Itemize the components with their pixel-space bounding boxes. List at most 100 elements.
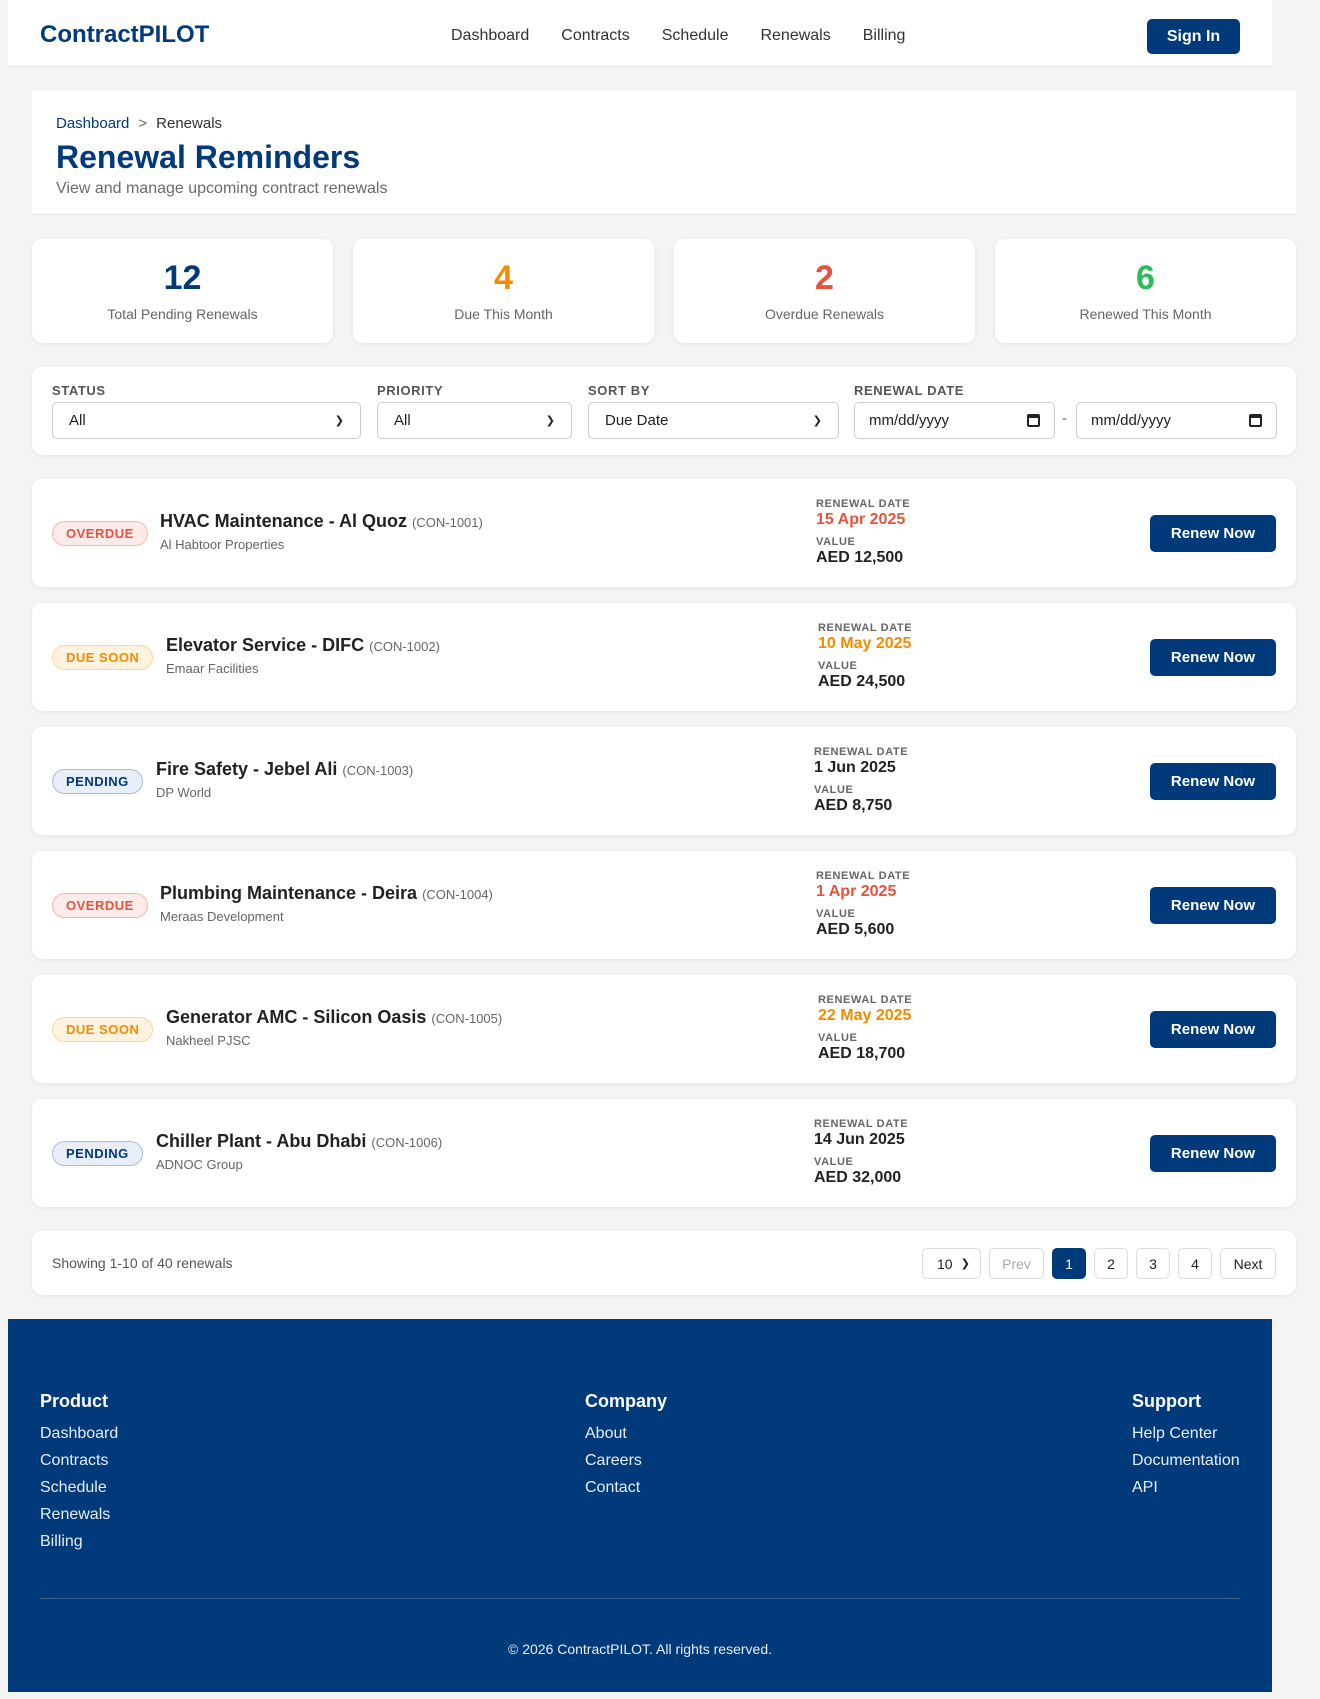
contract-name: Chiller Plant - Abu Dhabi bbox=[156, 1131, 367, 1151]
renewal-date: 1 Jun 2025 bbox=[814, 759, 896, 776]
date-from-input[interactable]: mm/dd/yyyy bbox=[854, 402, 1055, 439]
date-to-input[interactable]: mm/dd/yyyy bbox=[1076, 402, 1277, 439]
renewal-meta: RENEWAL DATE 15 Apr 2025 VALUE AED 12,50… bbox=[816, 498, 910, 567]
breadcrumb-current: Renewals bbox=[156, 115, 223, 132]
stat-total-pending: 12 Total Pending Renewals bbox=[32, 239, 333, 343]
renewal-card: OVERDUE Plumbing Maintenance - Deira (CO… bbox=[32, 851, 1296, 959]
renewal-meta: RENEWAL DATE 1 Apr 2025 VALUE AED 5,600 bbox=[816, 870, 910, 939]
page-3-button[interactable]: 3 bbox=[1136, 1248, 1170, 1279]
renewal-meta: RENEWAL DATE 1 Jun 2025 VALUE AED 8,750 bbox=[814, 746, 908, 815]
footer-link[interactable]: Documentation bbox=[1132, 1452, 1240, 1470]
next-page-button[interactable]: Next bbox=[1220, 1248, 1276, 1279]
priority-select-value: All bbox=[394, 412, 411, 429]
contract-info: Plumbing Maintenance - Deira (CON-1004) … bbox=[160, 883, 493, 924]
priority-select[interactable]: All ❯ bbox=[377, 402, 572, 439]
renew-now-button[interactable]: Renew Now bbox=[1150, 1011, 1276, 1048]
sort-by-label: SORT BY bbox=[588, 383, 650, 398]
contract-name: Generator AMC - Silicon Oasis bbox=[166, 1007, 427, 1027]
status-select-value: All bbox=[69, 412, 86, 429]
contract-id: (CON-1005) bbox=[431, 1011, 503, 1026]
client-name: Emaar Facilities bbox=[166, 661, 259, 676]
renewal-date: 1 Apr 2025 bbox=[816, 883, 897, 900]
renewal-card: DUE SOON Generator AMC - Silicon Oasis (… bbox=[32, 975, 1296, 1083]
renew-now-button[interactable]: Renew Now bbox=[1150, 515, 1276, 552]
contract-title[interactable]: Chiller Plant - Abu Dhabi (CON-1006) bbox=[156, 1131, 442, 1152]
renew-now-button[interactable]: Renew Now bbox=[1150, 639, 1276, 676]
footer-link[interactable]: Billing bbox=[40, 1533, 118, 1551]
brand-logo[interactable]: ContractPILOT bbox=[40, 21, 209, 49]
contract-title[interactable]: Elevator Service - DIFC (CON-1002) bbox=[166, 635, 440, 656]
nav-dashboard[interactable]: Dashboard bbox=[451, 27, 529, 45]
main-nav: Dashboard Contracts Schedule Renewals Bi… bbox=[451, 27, 937, 45]
filter-bar: STATUS All ❯ PRIORITY All ❯ SORT BY Due … bbox=[32, 367, 1296, 455]
stat-value: 4 bbox=[494, 259, 513, 297]
footer-heading: Company bbox=[585, 1391, 668, 1411]
date-range-separator: - bbox=[1062, 410, 1067, 427]
renew-now-button[interactable]: Renew Now bbox=[1150, 887, 1276, 924]
chevron-down-icon: ❯ bbox=[960, 1258, 970, 1270]
sign-in-button[interactable]: Sign In bbox=[1147, 19, 1240, 54]
calendar-icon[interactable] bbox=[1249, 414, 1262, 427]
contract-value: AED 5,600 bbox=[816, 921, 895, 938]
site-footer: Product Dashboard Contracts Schedule Ren… bbox=[8, 1319, 1272, 1692]
page-4-button[interactable]: 4 bbox=[1178, 1248, 1212, 1279]
renewal-card: DUE SOON Elevator Service - DIFC (CON-10… bbox=[32, 603, 1296, 711]
nav-schedule[interactable]: Schedule bbox=[662, 27, 729, 45]
footer-support-column: Support Help Center Documentation API bbox=[1132, 1391, 1240, 1506]
renewal-meta: RENEWAL DATE 10 May 2025 VALUE AED 24,50… bbox=[818, 622, 912, 691]
footer-link[interactable]: Dashboard bbox=[40, 1425, 118, 1443]
renewal-date: 10 May 2025 bbox=[818, 635, 912, 652]
nav-contracts[interactable]: Contracts bbox=[561, 27, 629, 45]
footer-link[interactable]: Renewals bbox=[40, 1506, 118, 1524]
renew-now-button[interactable]: Renew Now bbox=[1150, 763, 1276, 800]
contract-title[interactable]: Plumbing Maintenance - Deira (CON-1004) bbox=[160, 883, 493, 904]
footer-link[interactable]: Contact bbox=[585, 1479, 667, 1497]
client-name: Al Habtoor Properties bbox=[160, 537, 285, 552]
calendar-icon[interactable] bbox=[1027, 414, 1040, 427]
contract-title[interactable]: HVAC Maintenance - Al Quoz (CON-1001) bbox=[160, 511, 483, 532]
footer-link[interactable]: Help Center bbox=[1132, 1425, 1240, 1443]
contract-id: (CON-1001) bbox=[412, 515, 483, 530]
page-subtitle: View and manage upcoming contract renewa… bbox=[56, 180, 388, 197]
stat-overdue: 2 Overdue Renewals bbox=[674, 239, 975, 343]
status-badge: OVERDUE bbox=[52, 893, 148, 918]
contract-id: (CON-1002) bbox=[369, 639, 440, 654]
status-select[interactable]: All ❯ bbox=[52, 402, 361, 439]
chevron-down-icon: ❯ bbox=[545, 415, 555, 427]
chevron-down-icon: ❯ bbox=[812, 415, 822, 427]
contract-value: AED 8,750 bbox=[814, 797, 893, 814]
page-2-button[interactable]: 2 bbox=[1094, 1248, 1128, 1279]
footer-link[interactable]: Contracts bbox=[40, 1452, 118, 1470]
per-page-select[interactable]: 10 ❯ bbox=[922, 1248, 981, 1279]
footer-link[interactable]: About bbox=[585, 1425, 667, 1443]
breadcrumb-separator: > bbox=[138, 115, 148, 132]
value-label: VALUE bbox=[818, 1032, 858, 1044]
stat-due-this-month: 4 Due This Month bbox=[353, 239, 654, 343]
contract-name: Elevator Service - DIFC bbox=[166, 635, 365, 655]
contract-title[interactable]: Generator AMC - Silicon Oasis (CON-1005) bbox=[166, 1007, 502, 1028]
breadcrumb-dashboard-link[interactable]: Dashboard bbox=[56, 115, 129, 132]
contract-title[interactable]: Fire Safety - Jebel Ali (CON-1003) bbox=[156, 759, 413, 780]
footer-company-column: Company About Careers Contact bbox=[585, 1391, 667, 1506]
page-title: Renewal Reminders bbox=[56, 139, 361, 175]
status-badge: OVERDUE bbox=[52, 521, 148, 546]
nav-billing[interactable]: Billing bbox=[863, 27, 906, 45]
status-filter-label: STATUS bbox=[52, 383, 106, 398]
footer-link[interactable]: Schedule bbox=[40, 1479, 118, 1497]
footer-link[interactable]: Careers bbox=[585, 1452, 667, 1470]
client-name: ADNOC Group bbox=[156, 1157, 243, 1172]
sort-by-select[interactable]: Due Date ❯ bbox=[588, 402, 839, 439]
footer-heading: Support bbox=[1132, 1391, 1201, 1411]
contract-id: (CON-1003) bbox=[342, 763, 414, 778]
renewal-date-label: RENEWAL DATE bbox=[814, 746, 909, 758]
renewal-date: 22 May 2025 bbox=[818, 1007, 912, 1024]
page-1-button[interactable]: 1 bbox=[1052, 1248, 1086, 1279]
breadcrumb: Dashboard > Renewals bbox=[56, 115, 222, 132]
footer-link[interactable]: API bbox=[1132, 1479, 1240, 1497]
renew-now-button[interactable]: Renew Now bbox=[1150, 1135, 1276, 1172]
nav-renewals[interactable]: Renewals bbox=[760, 27, 830, 45]
results-count: Showing 1-10 of 40 renewals bbox=[52, 1255, 233, 1271]
renewal-card: OVERDUE HVAC Maintenance - Al Quoz (CON-… bbox=[32, 479, 1296, 587]
prev-page-button[interactable]: Prev bbox=[989, 1248, 1044, 1279]
per-page-value: 10 bbox=[937, 1255, 953, 1272]
